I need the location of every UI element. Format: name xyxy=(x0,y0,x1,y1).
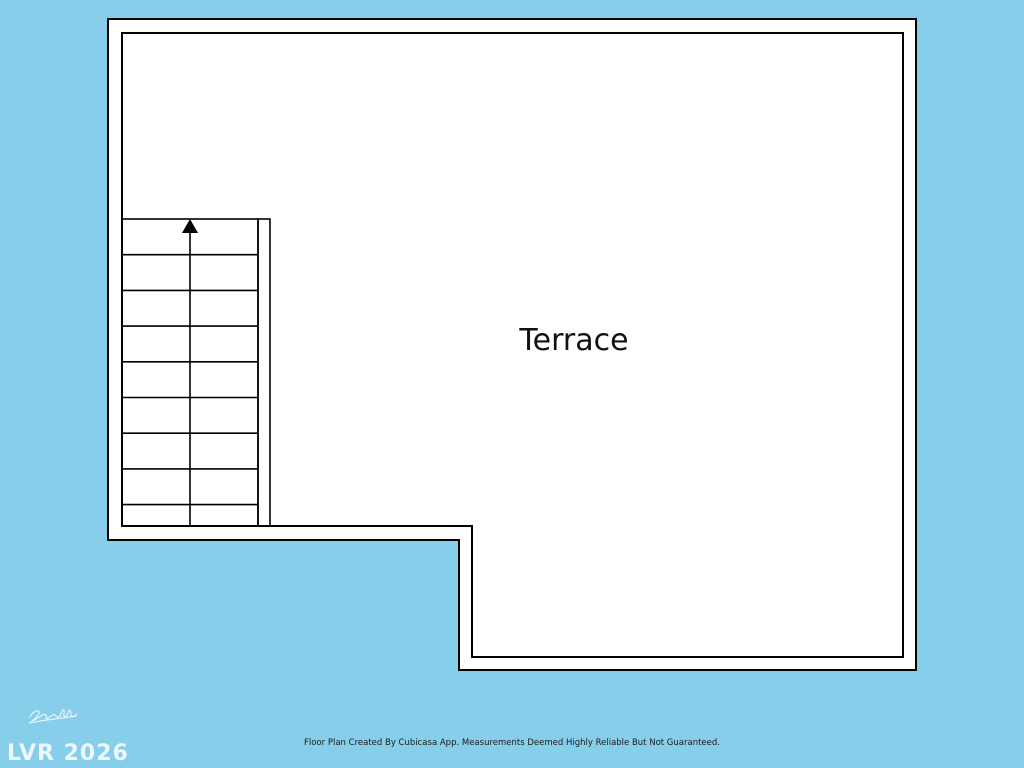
watermark-text: LVR 2026 xyxy=(7,741,129,766)
room-label-terrace: Terrace xyxy=(518,323,628,358)
floor-plan-canvas: Terrace LVR 2026 Floor Plan Created By C… xyxy=(0,0,1024,768)
footer-note: Floor Plan Created By Cubicasa App. Meas… xyxy=(304,738,720,748)
